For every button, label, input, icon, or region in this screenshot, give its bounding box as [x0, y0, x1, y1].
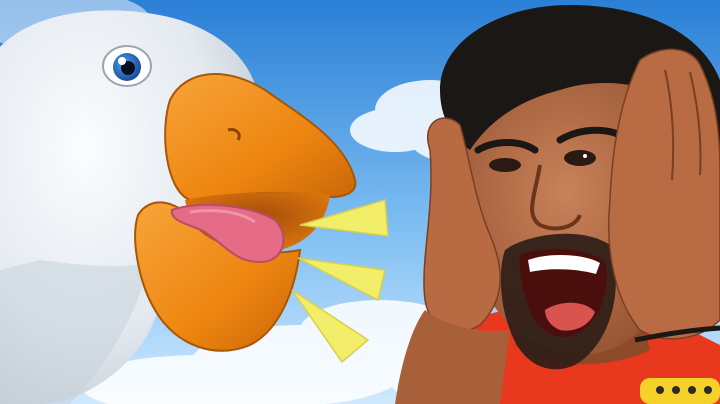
man-right-eye	[564, 150, 596, 166]
thumbnail-frame	[0, 0, 720, 404]
man-left-eye	[489, 158, 521, 172]
scene-svg	[0, 0, 720, 404]
man-right-eye-shine	[583, 154, 587, 158]
goose-eye	[102, 45, 152, 87]
